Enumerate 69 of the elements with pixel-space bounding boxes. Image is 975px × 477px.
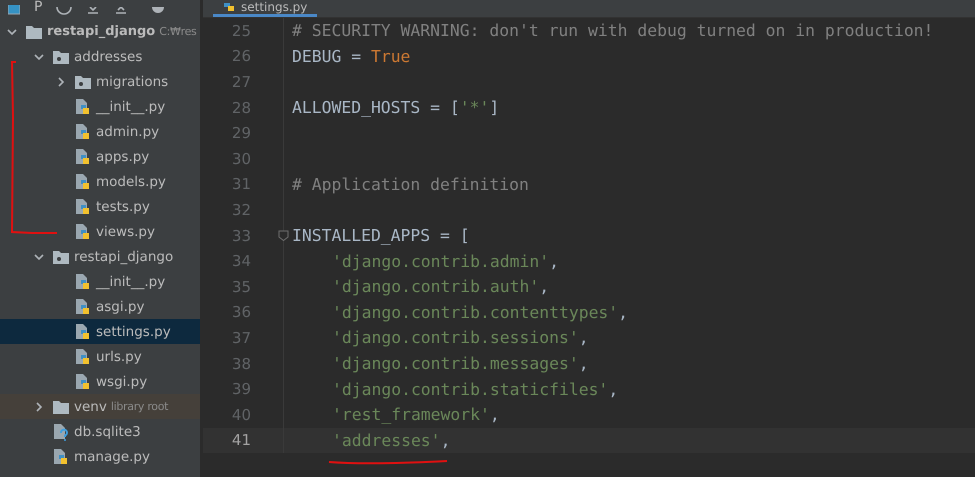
python-file-icon — [74, 98, 92, 116]
code-line: 'addresses', — [331, 430, 450, 450]
tree-item[interactable]: views.py — [96, 224, 155, 240]
python-file-icon — [74, 148, 92, 166]
fold-marker-icon[interactable] — [278, 230, 289, 242]
expand-icon[interactable] — [114, 7, 128, 15]
code-line: 'django.contrib.messages', — [331, 354, 589, 374]
tree-item[interactable]: db.sqlite3 — [74, 424, 141, 440]
python-file-icon — [74, 122, 92, 140]
line-number: 41 — [232, 431, 251, 450]
line-number: 30 — [232, 150, 251, 168]
collapse-icon[interactable] — [86, 7, 100, 15]
tree-item[interactable]: asgi.py — [96, 298, 144, 314]
path-hint: C:₩res — [159, 25, 196, 38]
code-line: 'django.contrib.contenttypes', — [331, 302, 628, 322]
tree-item[interactable]: tests.py — [96, 198, 150, 214]
line-number: 34 — [232, 252, 251, 270]
python-file-icon — [74, 322, 92, 340]
python-file-icon — [74, 298, 92, 316]
code-line: # SECURITY WARNING: don't run with debug turned on in production! — [291, 21, 934, 40]
tree-item[interactable]: restapi_django — [74, 248, 174, 264]
line-number: 35 — [232, 278, 251, 296]
python-file-icon — [74, 172, 92, 190]
tree-item[interactable]: venv — [74, 398, 107, 414]
line-number: 33 — [232, 226, 251, 245]
line-number: 31 — [232, 175, 251, 194]
line-number: 32 — [232, 200, 251, 219]
tree-item[interactable]: admin.py — [96, 124, 160, 140]
tree-item[interactable]: models.py — [96, 174, 166, 190]
project-view-dropdown[interactable]: P — [34, 0, 42, 15]
tree-item[interactable]: __init__.py — [96, 274, 166, 290]
line-number: 36 — [232, 303, 251, 322]
python-file-icon — [74, 222, 92, 240]
line-number: 39 — [232, 380, 251, 398]
line-number: 25 — [232, 22, 251, 40]
tree-item[interactable]: wsgi.py — [96, 374, 148, 390]
project-view-icon[interactable] — [8, 5, 20, 15]
line-number: 26 — [232, 47, 251, 66]
tree-item[interactable]: urls.py — [96, 348, 142, 364]
code-line: # Application definition — [291, 174, 529, 194]
python-file-icon — [74, 198, 92, 216]
python-file-icon — [74, 348, 92, 366]
line-number: 40 — [232, 406, 251, 424]
code-line: 'django.contrib.admin', — [331, 252, 559, 271]
code-line: 'rest_framework', — [331, 405, 500, 424]
unknown-file-icon — [52, 422, 70, 440]
python-file-icon — [74, 372, 92, 390]
python-file-icon — [74, 272, 92, 290]
line-number: 29 — [232, 124, 251, 142]
tree-item[interactable]: migrations — [96, 74, 168, 90]
line-number: 27 — [232, 72, 251, 91]
file-tab[interactable]: settings.py — [213, 0, 318, 17]
code-line: 'django.contrib.auth', — [331, 277, 550, 296]
tree-item[interactable]: __init__.py — [96, 98, 166, 114]
code-line: DEBUG = True — [291, 46, 410, 66]
tree-item[interactable]: addresses — [74, 48, 142, 64]
line-number: 37 — [232, 328, 251, 347]
code-line: 'django.contrib.staticfiles', — [331, 380, 618, 399]
tree-item[interactable]: apps.py — [96, 148, 150, 164]
line-number: 28 — [232, 98, 251, 117]
code-line: 'django.contrib.sessions', — [331, 328, 589, 348]
python-file-icon — [52, 448, 70, 466]
python-file-icon — [223, 1, 237, 13]
path-hint: library root — [110, 400, 168, 413]
tree-item[interactable]: restapi_django — [47, 24, 156, 39]
code-line: INSTALLED_APPS = [ — [291, 226, 470, 246]
tree-item[interactable]: manage.py — [74, 448, 150, 464]
code-line: ALLOWED_HOSTS = ['*'] — [291, 98, 500, 118]
line-number: 38 — [232, 354, 251, 373]
